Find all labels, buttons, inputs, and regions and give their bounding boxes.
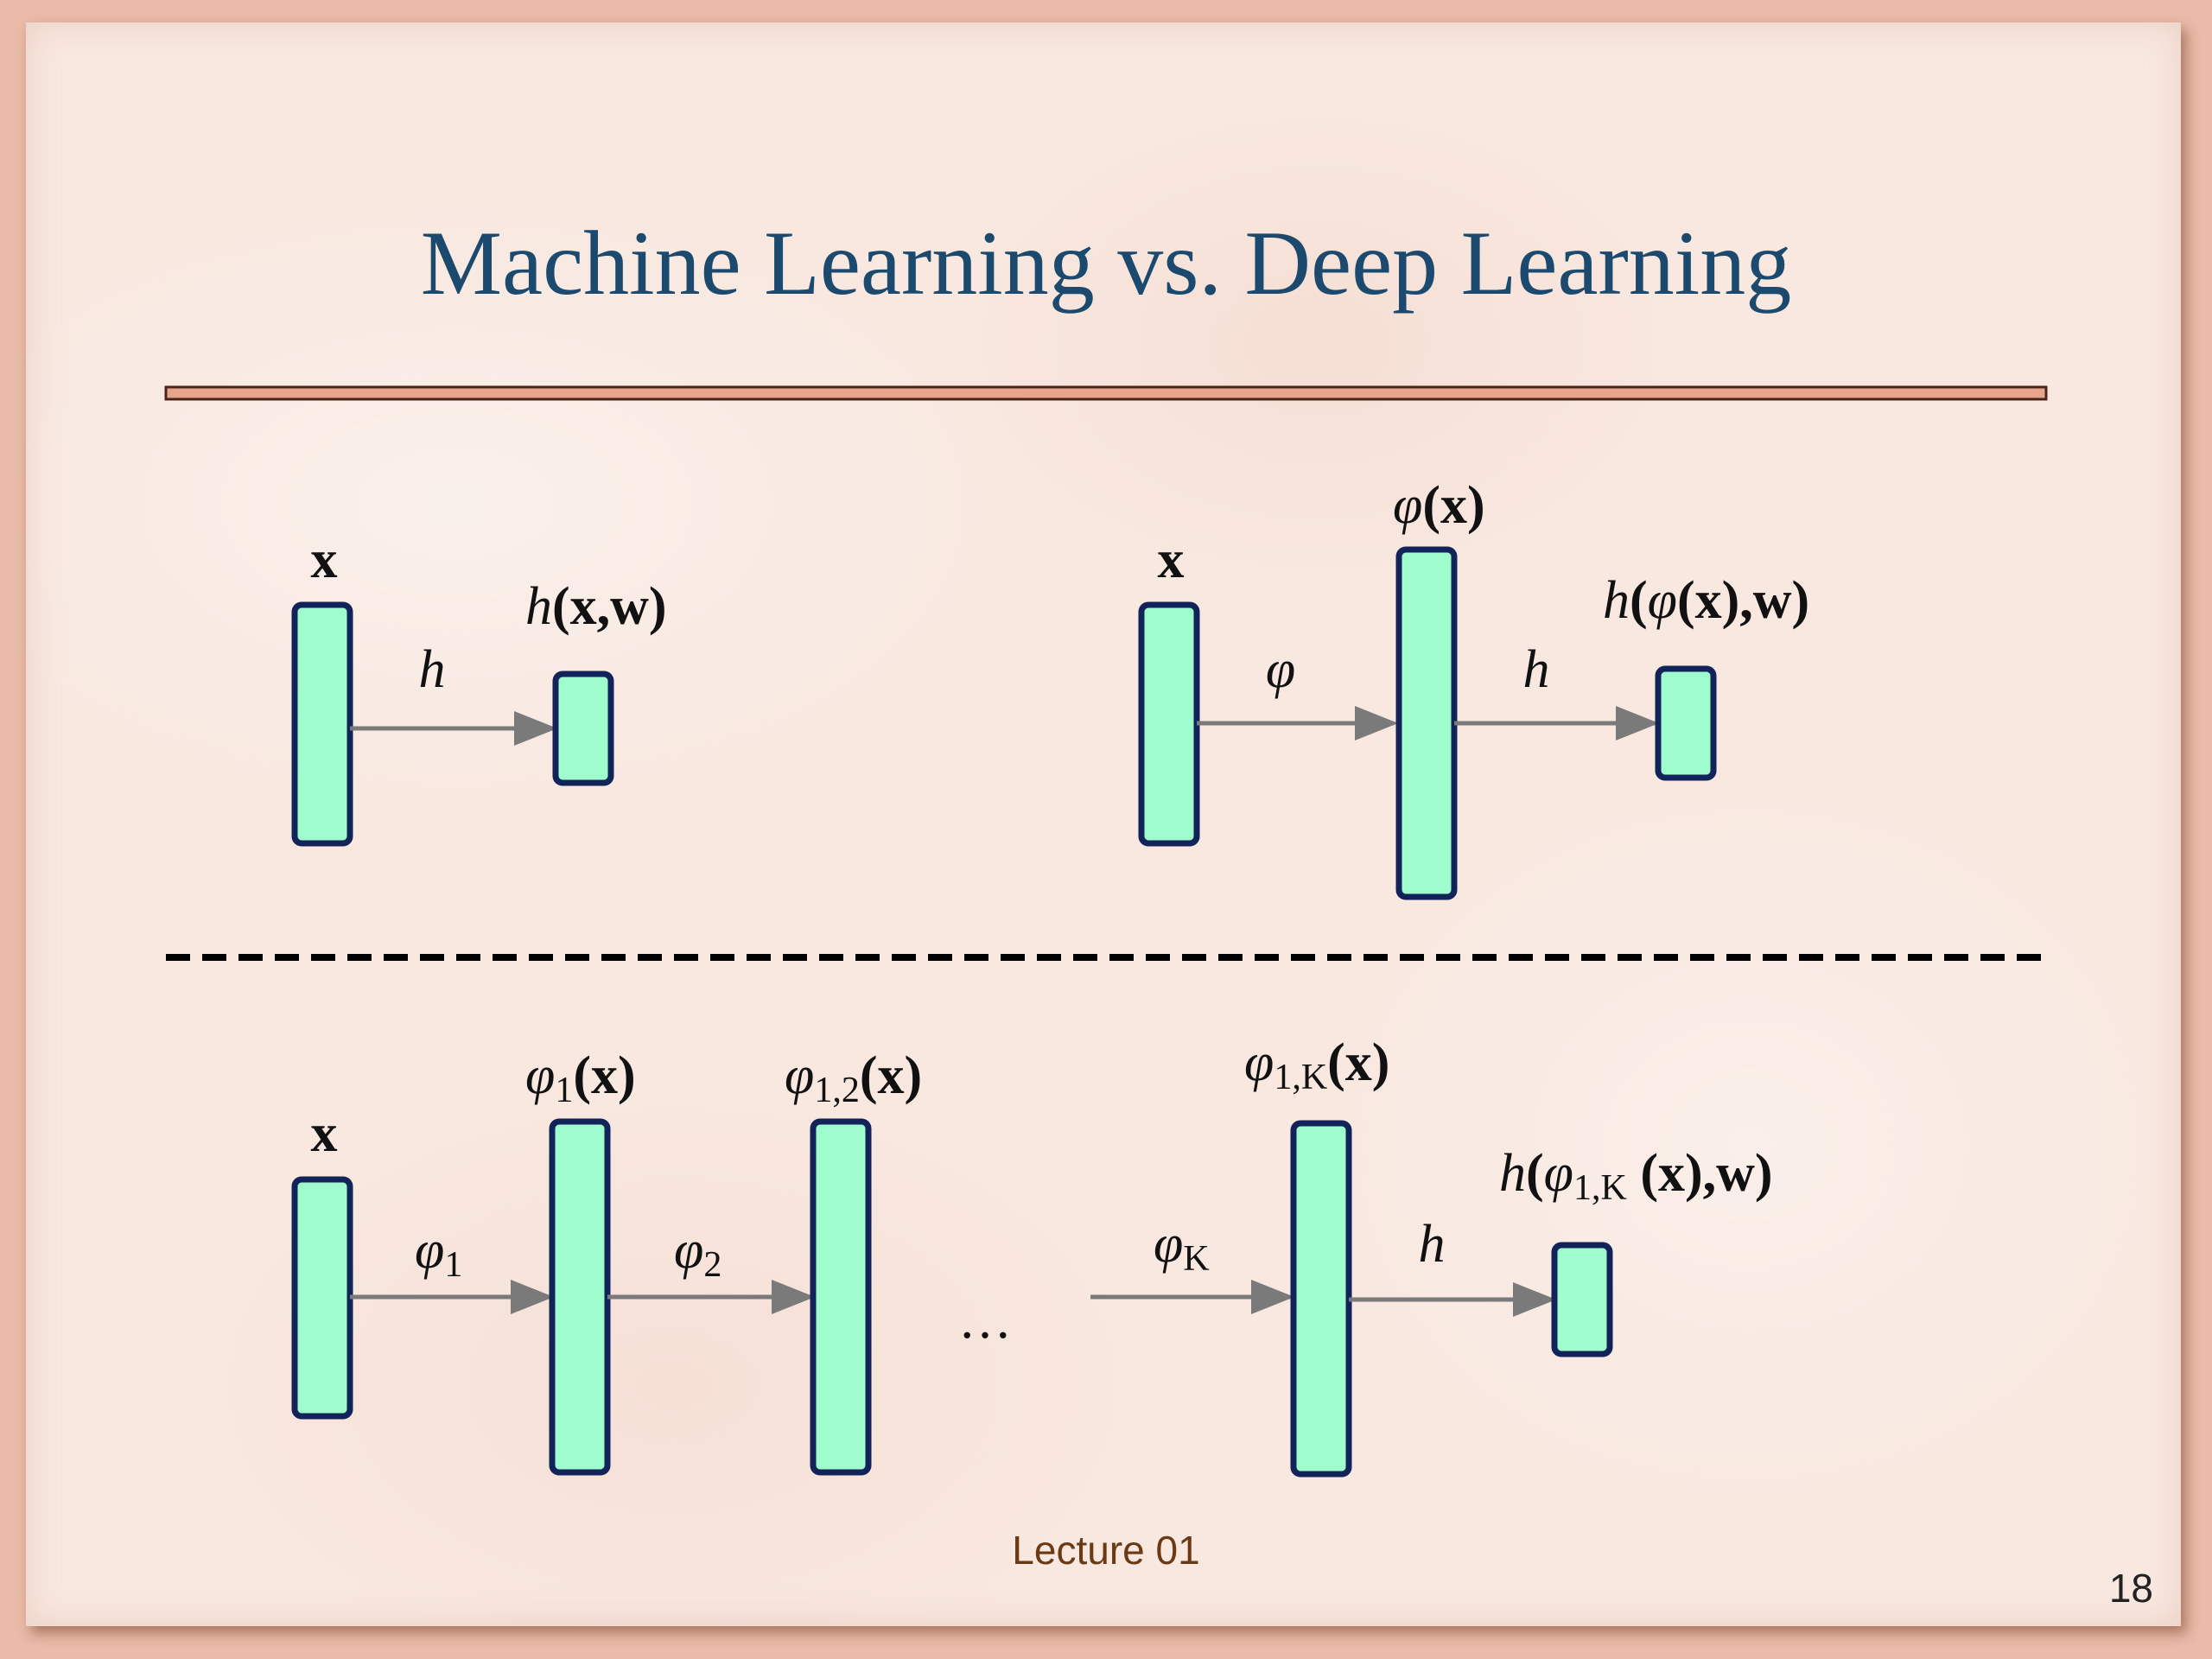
deep-diagram: x φ1 φ1(x) φ2 φ1,2(x) … φK φ1,K(x) h h(φ… [291, 1033, 1773, 1478]
page-number: 18 [2109, 1566, 2153, 1611]
fe-input-label: x [1158, 531, 1185, 589]
dl-phi2-func-label: φ2 [674, 1221, 721, 1285]
dl-phi1-func-label: φ1 [415, 1221, 462, 1285]
fe-output-vector [1655, 665, 1717, 781]
dl-output-vector [1551, 1242, 1613, 1357]
fe-phi-output-label: φ(x) [1393, 476, 1485, 535]
ml-output-label: h(x,w) [525, 577, 667, 636]
dl-phiK-func-label: φK [1154, 1215, 1210, 1279]
ml-func-label: h [419, 640, 446, 699]
dl-input-vector [291, 1176, 353, 1420]
dl-layer2-vector [810, 1118, 872, 1476]
title-divider [164, 385, 2048, 401]
fe-output-label: h(φ(x),w) [1603, 571, 1809, 630]
feature-diagram: x φ φ(x) h h(φ(x),w) [1138, 476, 1809, 900]
diagram-canvas: Machine Learning vs. Deep Learning x h h… [164, 213, 2153, 1611]
dl-phi1-output-label: φ1(x) [525, 1046, 636, 1110]
dl-output-label: h(φ1,K (x),w) [1499, 1144, 1773, 1208]
dl-h-func-label: h [1419, 1215, 1446, 1274]
dl-layer1-vector [549, 1118, 611, 1476]
ml-diagram: x h h(x,w) [291, 531, 667, 847]
ml-output-vector [552, 671, 614, 786]
dl-phi1K-output-label: φ1,K(x) [1244, 1033, 1389, 1097]
slide-title: Machine Learning vs. Deep Learning [421, 213, 1791, 314]
dl-ellipsis: … [958, 1291, 1012, 1350]
fe-phi-func-label: φ [1266, 640, 1295, 699]
ml-input-label: x [311, 531, 338, 589]
dl-phi12-output-label: φ1,2(x) [785, 1046, 922, 1110]
slide-footer: Lecture 01 [1012, 1528, 1199, 1573]
fe-h-func-label: h [1523, 640, 1550, 699]
fe-feature-vector [1395, 546, 1458, 900]
dl-input-label: x [311, 1104, 338, 1163]
fe-input-vector [1138, 601, 1200, 847]
ml-input-vector [291, 601, 353, 847]
slide: Machine Learning vs. Deep Learning x h h… [0, 0, 2212, 1659]
dl-layerK-vector [1290, 1120, 1352, 1478]
